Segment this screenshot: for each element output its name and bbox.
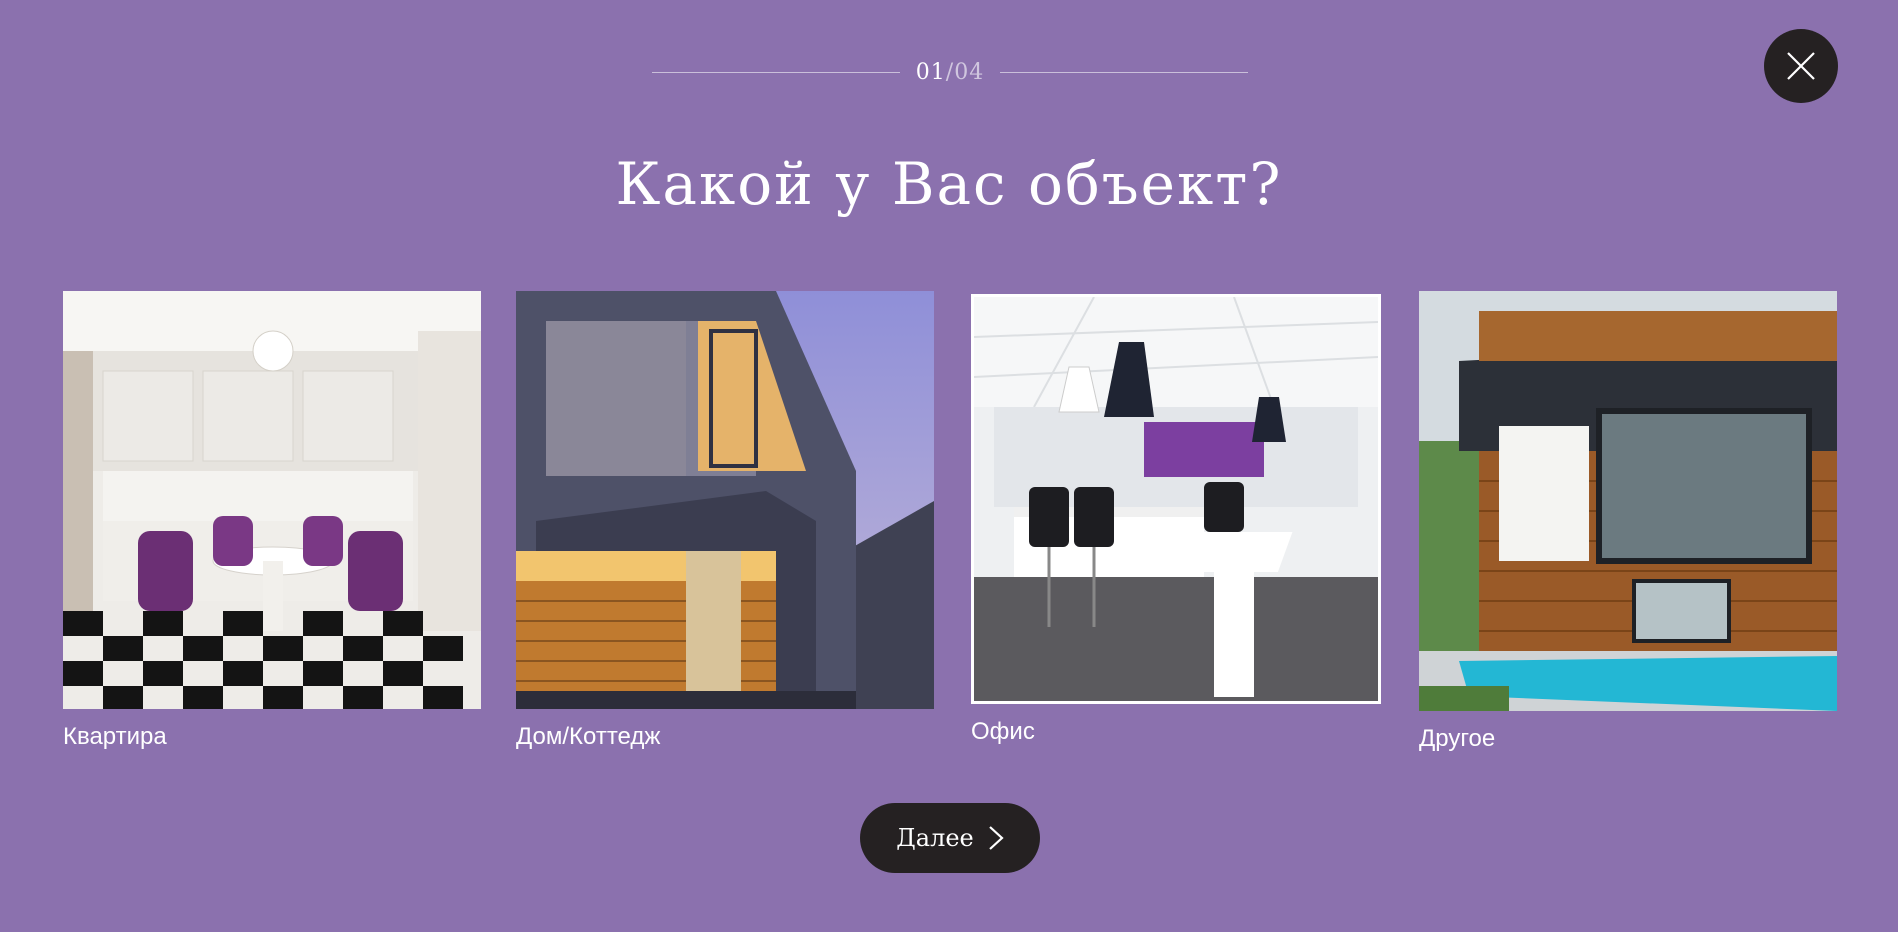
question-title: Какой у Вас объект? <box>615 150 1283 218</box>
step-separator: / <box>945 59 955 85</box>
next-button[interactable]: Далее <box>860 803 1040 873</box>
next-button-label: Далее <box>896 824 974 852</box>
close-button[interactable] <box>1764 29 1838 103</box>
option-label: Офис <box>971 718 1035 745</box>
chevron-right-icon <box>988 826 1004 850</box>
modern-house-pool-photo <box>1419 291 1837 711</box>
close-icon <box>1787 52 1815 80</box>
current-step: 01 <box>915 59 946 85</box>
total-steps: 04 <box>954 59 985 85</box>
option-label: Дом/Коттедж <box>516 723 661 750</box>
house-photo <box>516 291 934 709</box>
option-other[interactable]: Другое <box>1419 291 1837 753</box>
option-label: Квартира <box>63 723 167 750</box>
office-photo <box>971 294 1381 704</box>
option-house[interactable]: Дом/Коттедж <box>516 291 934 751</box>
apartment-kitchen-photo <box>63 291 481 709</box>
option-office[interactable]: Офис <box>971 294 1381 746</box>
option-label: Другое <box>1419 725 1496 752</box>
option-apartment[interactable]: Квартира <box>63 291 481 751</box>
step-progress: 01/04 <box>652 56 1248 88</box>
step-counter: 01/04 <box>916 60 984 85</box>
progress-line-right <box>999 71 1248 73</box>
progress-line-left <box>652 71 900 73</box>
